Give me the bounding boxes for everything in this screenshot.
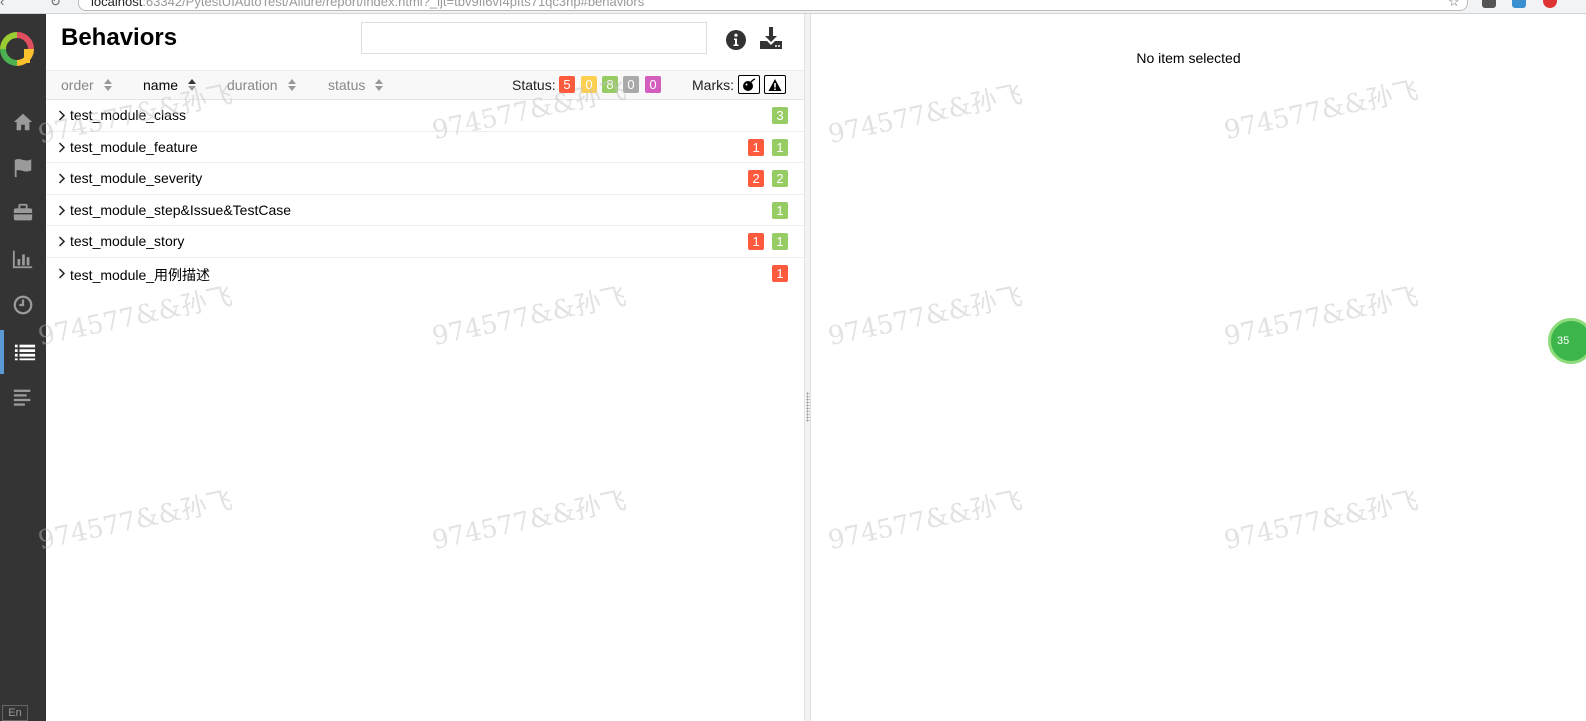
sidebar-item-timeline[interactable] xyxy=(0,283,46,327)
row-counts: 2 2 xyxy=(744,170,788,188)
address-bar[interactable]: localhost:63342/PytestUIAutoTest/Allure/… xyxy=(78,0,1468,11)
bookmark-star-icon[interactable]: ☆ xyxy=(1448,0,1460,10)
status-filter-passed[interactable]: 8 xyxy=(602,76,618,93)
sort-arrows-icon xyxy=(287,79,296,91)
behaviors-tree: test_module_class 3 test_module_feature … xyxy=(46,100,804,290)
tree-row-name: test_module_severity xyxy=(70,170,203,187)
info-icon[interactable] xyxy=(726,30,746,50)
sidebar-item-overview[interactable] xyxy=(0,100,46,144)
sort-arrows-icon xyxy=(375,79,384,91)
passed-count-badge: 1 xyxy=(772,201,788,219)
tree-row[interactable]: test_module_feature 1 1 xyxy=(46,132,804,164)
search-input[interactable] xyxy=(361,22,707,54)
chevron-right-icon xyxy=(58,205,66,216)
row-counts: 1 1 xyxy=(744,233,788,251)
browser-toolbar: ‹ ↻ localhost:63342/PytestUIAutoTest/All… xyxy=(0,0,1586,14)
status-filter-skipped[interactable]: 0 xyxy=(623,76,639,93)
sidebar-item-behaviors[interactable] xyxy=(0,330,46,374)
row-counts: 1 1 xyxy=(744,138,788,156)
url-path: :63342/PytestUIAutoTest/Allure/report/in… xyxy=(142,0,645,9)
chevron-right-icon xyxy=(58,173,66,184)
passed-count-badge: 1 xyxy=(772,233,788,251)
sort-by-status[interactable]: status xyxy=(328,77,384,93)
tree-row-name: test_module_step&Issue&TestCase xyxy=(70,201,292,218)
splitter-grip-icon[interactable] xyxy=(806,392,810,422)
pane-header: Behaviors xyxy=(46,14,804,70)
sort-by-duration[interactable]: duration xyxy=(227,77,296,93)
tree-row[interactable]: test_module_class 3 xyxy=(46,100,804,132)
failed-count-badge: 2 xyxy=(748,170,765,188)
passed-count-badge: 3 xyxy=(772,107,788,124)
briefcase-icon xyxy=(13,203,33,221)
status-filter-broken[interactable]: 0 xyxy=(581,76,597,93)
sidebar: En xyxy=(0,14,46,721)
tree-row[interactable]: test_module_story 1 1 xyxy=(46,226,804,258)
passed-count-badge: 1 xyxy=(772,138,788,156)
tree-pane: Behaviors order name duration status Sta… xyxy=(46,14,804,721)
sort-order-label: order xyxy=(61,77,94,93)
pane-splitter[interactable] xyxy=(804,14,811,721)
tree-row-name: test_module_feature xyxy=(70,138,198,155)
extension-icon[interactable] xyxy=(1543,0,1557,8)
sort-by-order[interactable]: order xyxy=(61,77,112,93)
failed-count-badge: 1 xyxy=(748,233,765,251)
sort-duration-label: duration xyxy=(227,77,278,93)
list-icon xyxy=(14,344,36,361)
row-counts: 1 xyxy=(768,264,788,282)
sidebar-item-categories[interactable] xyxy=(0,146,46,190)
sort-by-name[interactable]: name xyxy=(143,77,197,93)
bomb-icon xyxy=(743,77,756,91)
tree-row-name: test_module_class xyxy=(70,107,186,123)
sort-bar: order name duration status Status: 5 0 8… xyxy=(46,70,804,100)
empty-selection-message: No item selected xyxy=(1136,50,1241,66)
floating-counter-bubble[interactable]: 35 xyxy=(1548,318,1586,364)
tree-row-name: test_module_story xyxy=(70,233,185,250)
sort-arrows-icon xyxy=(103,79,112,91)
sort-name-label: name xyxy=(143,77,179,93)
chevron-right-icon xyxy=(58,268,66,279)
home-icon xyxy=(13,113,33,131)
tree-row[interactable]: test_module_step&Issue&TestCase 1 xyxy=(46,195,804,227)
status-filter-label: Status: xyxy=(512,77,556,93)
warning-icon xyxy=(768,78,782,91)
tree-row[interactable]: test_module_用例描述 1 xyxy=(46,258,804,290)
align-left-icon xyxy=(13,389,31,406)
allure-logo-icon[interactable] xyxy=(0,32,34,66)
mark-new-failed-button[interactable] xyxy=(764,75,786,94)
extension-icon[interactable] xyxy=(1512,0,1526,8)
back-icon[interactable]: ‹ xyxy=(0,0,4,9)
sidebar-item-suites[interactable] xyxy=(0,191,46,235)
mark-flaky-button[interactable] xyxy=(738,75,760,94)
sidebar-item-packages[interactable] xyxy=(0,375,46,419)
chevron-right-icon xyxy=(58,236,66,247)
sort-arrows-icon xyxy=(188,79,197,91)
chevron-right-icon xyxy=(58,142,66,153)
detail-pane: No item selected xyxy=(811,14,1586,721)
tree-row-name: test_module_用例描述 xyxy=(70,266,211,283)
download-icon[interactable] xyxy=(759,26,783,50)
status-filter-unknown[interactable]: 0 xyxy=(645,76,661,93)
marks-label: Marks: xyxy=(692,77,734,93)
reload-icon[interactable]: ↻ xyxy=(50,0,61,10)
sidebar-item-graphs[interactable] xyxy=(0,237,46,281)
passed-count-badge: 2 xyxy=(772,170,788,188)
page-title: Behaviors xyxy=(61,24,178,51)
sort-status-label: status xyxy=(328,77,366,93)
url-host: localhost xyxy=(91,0,143,9)
tree-row[interactable]: test_module_severity 2 2 xyxy=(46,163,804,195)
row-counts: 1 xyxy=(768,201,788,219)
bar-chart-icon xyxy=(12,250,33,269)
extension-icon[interactable] xyxy=(1482,0,1496,8)
status-filter-failed[interactable]: 5 xyxy=(559,76,575,93)
failed-count-badge: 1 xyxy=(772,264,788,282)
language-button[interactable]: En xyxy=(2,705,28,721)
clock-icon xyxy=(13,295,33,315)
failed-count-badge: 1 xyxy=(748,138,765,156)
chevron-right-icon xyxy=(58,110,66,121)
row-counts: 3 xyxy=(768,107,788,124)
flag-icon xyxy=(14,158,32,178)
